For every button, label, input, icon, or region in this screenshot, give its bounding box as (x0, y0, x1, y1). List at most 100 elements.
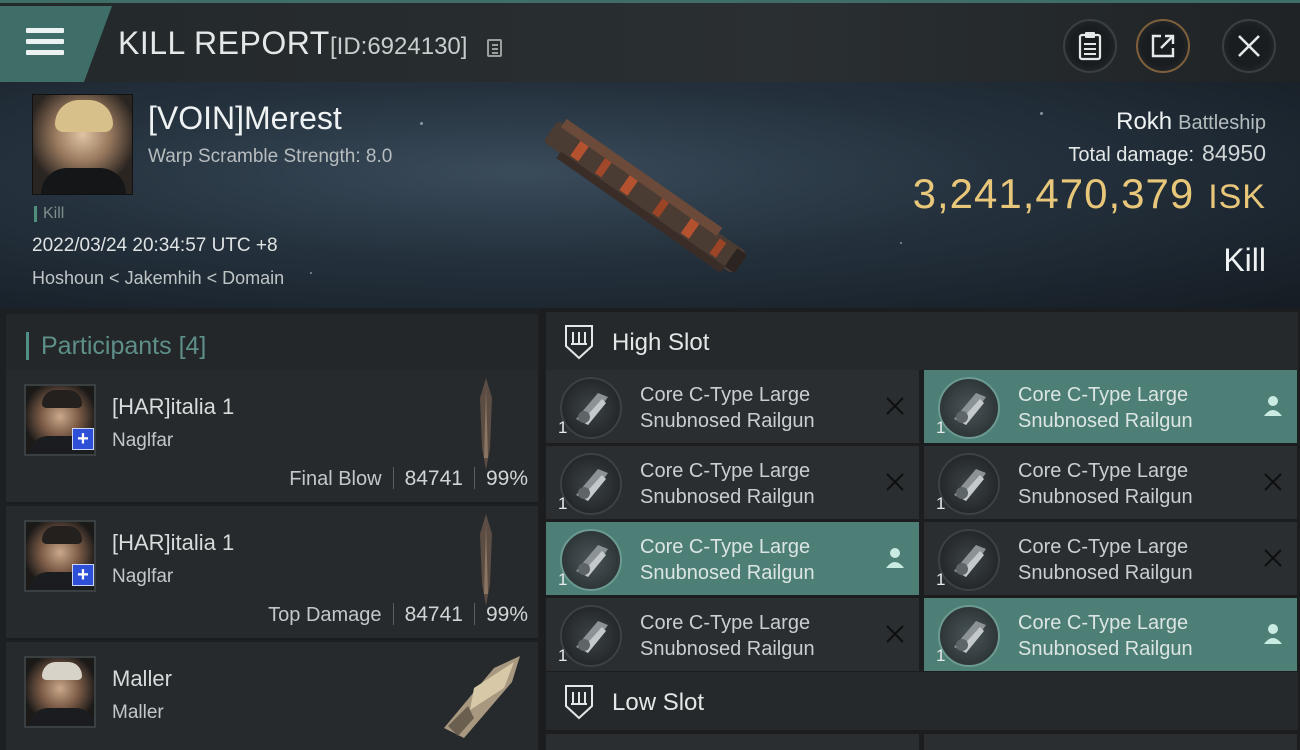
railgun-graphic (954, 469, 986, 501)
stat-divider (392, 467, 394, 489)
railgun-icon (560, 453, 622, 515)
close-icon[interactable] (1261, 470, 1285, 494)
module-quantity: 1 (936, 418, 946, 437)
warp-scramble-strength: Warp Scramble Strength: 8.0 (148, 146, 393, 167)
participant-row[interactable]: Maller Maller (6, 642, 538, 750)
add-contact-icon[interactable]: + (72, 428, 94, 450)
high-slot-header: High Slot (546, 312, 1298, 370)
portrait-suit (41, 168, 126, 194)
module-quantity: 1 (936, 494, 946, 513)
participant-name[interactable]: Maller (112, 666, 172, 692)
module-item[interactable]: 1 Core C-Type Large Snubnosed Railgun (924, 522, 1297, 595)
background-star (1040, 112, 1043, 115)
person-icon[interactable] (883, 546, 907, 570)
module-item[interactable]: 1 Core C-Type Large Snubnosed Railgun (546, 446, 919, 519)
participant-ship-icon (480, 378, 492, 470)
module-item[interactable]: 1 Core C-Type Large Snubnosed Railgun (924, 446, 1297, 519)
participant-stats: Top Damage 84741 99% (268, 603, 528, 627)
menu-button[interactable] (0, 6, 112, 82)
railgun-icon (938, 529, 1000, 591)
total-damage-value: 84950 (1202, 140, 1266, 166)
person-icon[interactable] (1261, 394, 1285, 418)
close-icon[interactable] (883, 470, 907, 494)
hamburger-menu-icon (26, 28, 64, 58)
clipboard-button[interactable] (1063, 19, 1117, 73)
participants-label: Participants (41, 332, 172, 360)
railgun-graphic (576, 469, 608, 501)
share-button[interactable] (1136, 19, 1190, 73)
victim-ship[interactable]: Rokh Battleship (1116, 108, 1266, 136)
participants-header: Participants [4] (6, 314, 538, 370)
participants-title: Participants [4] (26, 332, 206, 360)
background-star (900, 242, 902, 244)
railgun-icon (938, 605, 1000, 667)
high-slot-icon (565, 325, 593, 360)
high-slot-label: High Slot (612, 329, 710, 356)
close-button[interactable] (1222, 19, 1276, 73)
close-icon[interactable] (883, 622, 907, 646)
low-slot-icon (565, 685, 593, 720)
participant-name[interactable]: [HAR]italia 1 (112, 394, 234, 420)
module-quantity: 1 (936, 570, 946, 589)
module-item[interactable]: 1 Core C-Type Large Snubnosed Railgun (546, 522, 919, 595)
module-quantity: 1 (936, 646, 946, 665)
low-slot-module-peek[interactable] (546, 734, 919, 750)
stat-divider (473, 467, 475, 489)
report-id: [ID:6924130] (330, 33, 468, 60)
ship-class: Battleship (1178, 112, 1266, 134)
low-slot-module-peek[interactable] (924, 734, 1297, 750)
close-icon[interactable] (1261, 546, 1285, 570)
module-name: Core C-Type Large Snubnosed Railgun (640, 612, 815, 660)
participant-stats: Final Blow 84741 99% (289, 467, 528, 491)
participant-ship: Naglfar (112, 566, 174, 587)
page-title: KILL REPORT (118, 25, 330, 61)
participant-ship: Maller (112, 702, 164, 723)
final-blow-label: Final Blow (289, 468, 382, 490)
participant-name[interactable]: [HAR]italia 1 (112, 530, 234, 556)
railgun-graphic (954, 621, 986, 653)
victim-name[interactable]: [VOIN]Merest (148, 100, 342, 137)
close-icon[interactable] (883, 394, 907, 418)
module-item[interactable]: 1 Core C-Type Large Snubnosed Railgun (924, 370, 1297, 443)
background-star (420, 122, 423, 125)
close-icon (1238, 35, 1260, 57)
participants-panel: Participants [4] + [HAR]italia 1 Naglfar… (0, 308, 540, 750)
person-icon[interactable] (1261, 622, 1285, 646)
railgun-icon (938, 453, 1000, 515)
portrait-hair (42, 526, 82, 544)
module-item[interactable]: 1 Core C-Type Large Snubnosed Railgun (546, 370, 919, 443)
module-item[interactable]: 1 Core C-Type Large Snubnosed Railgun (924, 598, 1297, 671)
participant-row[interactable]: + [HAR]italia 1 Naglfar Top Damage 84741 9… (6, 506, 538, 640)
railgun-graphic (576, 393, 608, 425)
kill-location[interactable]: Hoshoun < Jakemhih < Domain (32, 268, 284, 289)
add-contact-icon[interactable]: + (72, 564, 94, 586)
participant-portrait[interactable] (24, 656, 96, 728)
stat-divider (473, 603, 475, 625)
railgun-icon (560, 605, 622, 667)
participant-row[interactable]: + [HAR]italia 1 Naglfar Final Blow 84741 9… (6, 370, 538, 504)
railgun-graphic (576, 621, 608, 653)
kill-date: 2022/03/24 20:34:57 UTC +8 (32, 235, 278, 256)
module-name: Core C-Type Large Snubnosed Railgun (1018, 536, 1193, 584)
module-name: Core C-Type Large Snubnosed Railgun (640, 536, 815, 584)
victim-ship-image[interactable] (520, 112, 770, 282)
victim-portrait[interactable] (32, 94, 133, 195)
railgun-icon (560, 377, 622, 439)
low-slot-header: Low Slot (546, 672, 1298, 730)
clipboard-icon (1078, 32, 1102, 61)
module-quantity: 1 (558, 646, 568, 665)
kill-tag: Kill (34, 206, 64, 222)
module-item[interactable]: 1 Core C-Type Large Snubnosed Railgun (546, 598, 919, 671)
low-slot-label: Low Slot (612, 689, 705, 716)
kill-result: Kill (1223, 242, 1266, 278)
top-bar: KILL REPORT [ID:6924130] (0, 0, 1300, 82)
railgun-icon (560, 529, 622, 591)
module-name: Core C-Type Large Snubnosed Railgun (1018, 460, 1193, 508)
railgun-icon (938, 377, 1000, 439)
ship-name: Rokh (1116, 108, 1173, 135)
copy-icon[interactable] (487, 39, 502, 57)
top-damage-label: Top Damage (268, 604, 382, 626)
share-icon (1151, 34, 1175, 58)
module-quantity: 1 (558, 570, 568, 589)
module-name: Core C-Type Large Snubnosed Railgun (640, 460, 815, 508)
